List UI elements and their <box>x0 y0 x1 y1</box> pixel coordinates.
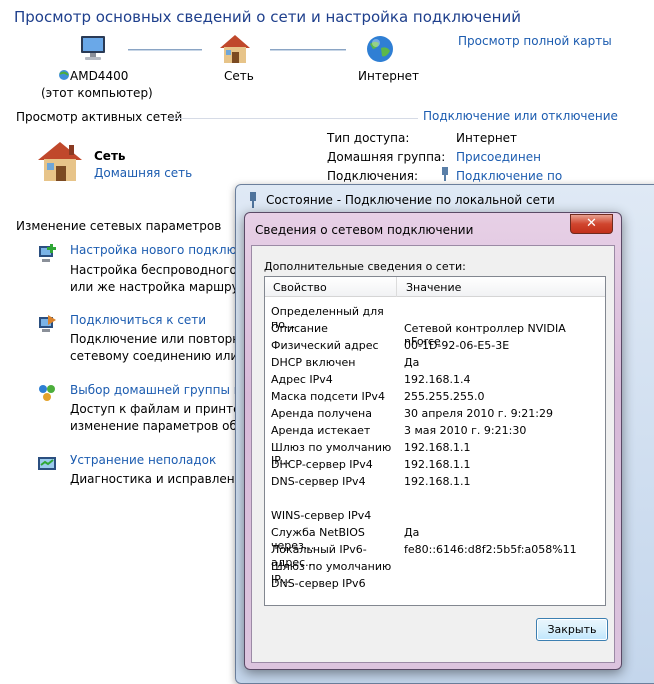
internet-globe-icon[interactable] <box>365 34 395 64</box>
row-value: 192.168.1.1 <box>404 475 471 488</box>
row-value: 192.168.1.1 <box>404 441 471 454</box>
task-desc-1b: или же настройка маршрутиз <box>70 280 260 294</box>
table-row[interactable]: DHCP включен Да <box>265 354 605 371</box>
status-dialog-title: Состояние - Подключение по локальной сет… <box>266 193 555 207</box>
row-value: fe80::6146:d8f2:5b5f:a058%11 <box>404 543 577 556</box>
list-header: Свойство Значение <box>265 277 605 297</box>
access-type-value: Интернет <box>456 131 518 145</box>
row-property: Физический адрес <box>271 339 379 352</box>
table-row[interactable]: Определенный для по... <box>265 303 605 331</box>
row-property: Аренда получена <box>271 407 372 420</box>
task-desc-1a: Настройка беспроводного, ш <box>70 263 256 277</box>
table-row[interactable]: DHCP-сервер IPv4 192.168.1.1 <box>265 456 605 473</box>
table-row[interactable]: DNS-сервер IPv6 <box>265 575 605 592</box>
row-value: 192.168.1.1 <box>404 458 471 471</box>
task-desc-2a: Подключение или повторное <box>70 332 255 346</box>
row-property: Описание <box>271 322 328 335</box>
row-property: Аренда истекает <box>271 424 371 437</box>
table-row[interactable]: Физический адрес 00-1D-92-06-E5-3E <box>265 337 605 354</box>
ethernet-title-icon <box>248 192 258 208</box>
row-value: Да <box>404 356 420 369</box>
internet-label: Интернет <box>358 69 420 83</box>
row-property: WINS-сервер IPv4 <box>271 509 372 522</box>
row-property: Маска подсети IPv4 <box>271 390 385 403</box>
table-row[interactable]: Адрес IPv4 192.168.1.4 <box>265 371 605 388</box>
ethernet-icon <box>440 167 450 181</box>
connect-disconnect-link[interactable]: Подключение или отключение <box>423 109 618 123</box>
connections-label: Подключения: <box>327 169 419 183</box>
row-property: DHCP-сервер IPv4 <box>271 458 373 471</box>
network-label: Сеть <box>224 69 254 83</box>
table-row[interactable]: WINS-сервер IPv4 <box>265 507 605 524</box>
details-dialog-title: Сведения о сетевом подключении <box>255 223 474 237</box>
table-row[interactable]: Шлюз по умолчанию IP... 192.168.1.1 <box>265 439 605 467</box>
task-link-new-connection[interactable]: Настройка нового подключе <box>70 243 251 257</box>
details-panel: Дополнительные сведения о сети: Свойство… <box>251 245 615 663</box>
section-divider <box>166 118 418 119</box>
new-connection-icon <box>36 243 58 265</box>
close-icon[interactable]: ✕ <box>570 214 613 234</box>
full-map-link[interactable]: Просмотр полной карты <box>458 34 612 48</box>
map-line-1 <box>128 49 202 51</box>
row-property: DNS-сервер IPv6 <box>271 577 366 590</box>
row-property: DNS-сервер IPv4 <box>271 475 366 488</box>
page-title: Просмотр основных сведений о сети и наст… <box>14 8 521 26</box>
row-property: Адрес IPv4 <box>271 373 333 386</box>
details-dialog[interactable]: Сведения о сетевом подключении ✕ Дополни… <box>244 212 622 670</box>
task-desc-3b: изменение параметров общег <box>70 419 262 433</box>
map-line-2 <box>270 49 346 51</box>
row-value: 30 апреля 2010 г. 9:21:29 <box>404 407 553 420</box>
troubleshoot-icon <box>36 453 58 475</box>
table-row[interactable]: Аренда истекает 3 мая 2010 г. 9:21:30 <box>265 422 605 439</box>
column-header-value[interactable]: Значение <box>406 281 461 294</box>
homegroup-link[interactable]: Присоединен <box>456 150 541 164</box>
table-row[interactable]: Служба NetBIOS через... Да <box>265 524 605 552</box>
connection-link[interactable]: Подключение по <box>456 169 562 183</box>
row-value: 192.168.1.4 <box>404 373 471 386</box>
details-listview[interactable]: Свойство Значение Определенный для по...… <box>264 276 606 606</box>
table-row[interactable]: Описание Сетевой контроллер NVIDIA nForce <box>265 320 605 348</box>
table-row[interactable]: DNS-сервер IPv4 192.168.1.1 <box>265 473 605 490</box>
row-value: 255.255.255.0 <box>404 390 485 403</box>
computer-sub: (этот компьютер) <box>41 86 153 100</box>
connect-to-network-icon <box>36 313 58 335</box>
close-button[interactable]: Закрыть <box>536 618 608 641</box>
home-network-large-icon <box>36 139 84 185</box>
table-row[interactable]: Шлюз по умолчанию IP... <box>265 558 605 586</box>
homegroup-label: Домашняя группа: <box>327 150 446 164</box>
row-value: 00-1D-92-06-E5-3E <box>404 339 510 352</box>
network-globe-small-icon <box>58 69 70 81</box>
table-row[interactable]: Локальный IPv6-адрес... fe80::6146:d8f2:5… <box>265 541 605 569</box>
homegroup-icon <box>36 382 58 404</box>
task-link-homegroup[interactable]: Выбор домашней группы и па <box>70 383 261 397</box>
column-header-property[interactable]: Свойство <box>273 281 327 294</box>
table-row[interactable]: Аренда получена 30 апреля 2010 г. 9:21:29 <box>265 405 605 422</box>
column-separator[interactable] <box>396 277 397 297</box>
computer-icon[interactable] <box>77 34 109 64</box>
row-property: DHCP включен <box>271 356 356 369</box>
task-link-troubleshoot[interactable]: Устранение неполадок <box>70 453 216 467</box>
table-row[interactable] <box>265 490 605 507</box>
task-link-connect[interactable]: Подключиться к сети <box>70 313 206 327</box>
network-type-link[interactable]: Домашняя сеть <box>94 166 192 180</box>
table-row[interactable]: Маска подсети IPv4 255.255.255.0 <box>265 388 605 405</box>
details-group-label: Дополнительные сведения о сети: <box>264 260 466 273</box>
row-value: 3 мая 2010 г. 9:21:30 <box>404 424 527 437</box>
home-network-icon[interactable] <box>218 33 252 65</box>
row-value: Да <box>404 526 420 539</box>
access-type-label: Тип доступа: <box>327 131 410 145</box>
active-networks-heading: Просмотр активных сетей <box>16 110 183 124</box>
computer-name: AMD4400 <box>70 69 129 83</box>
active-network-name: Сеть <box>94 149 126 163</box>
change-settings-heading: Изменение сетевых параметров <box>16 219 222 233</box>
